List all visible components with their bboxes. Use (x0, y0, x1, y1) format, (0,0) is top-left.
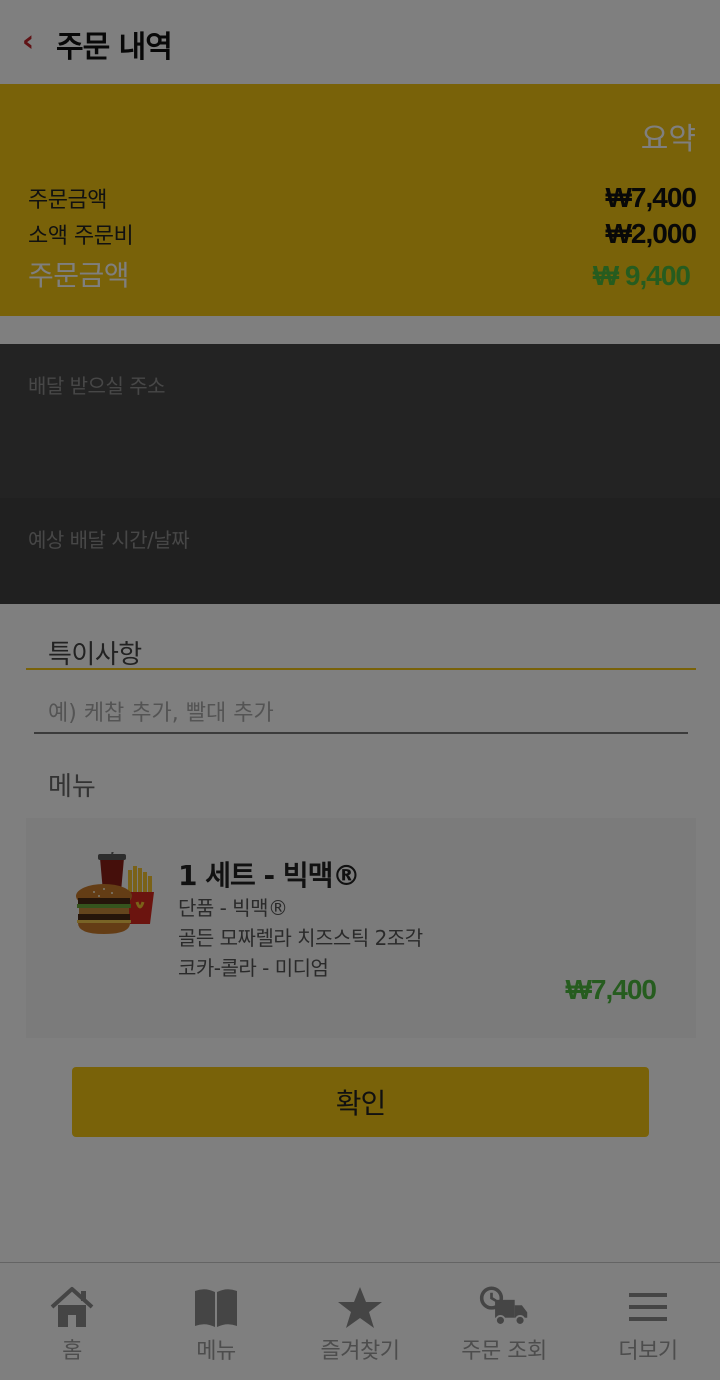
modal-dim-overlay[interactable] (0, 0, 720, 1380)
order-details-screen: ‹ 주문 내역 요약 주문금액 ₩7,400 소액 주문비 ₩2,000 주문금… (0, 0, 720, 1381)
